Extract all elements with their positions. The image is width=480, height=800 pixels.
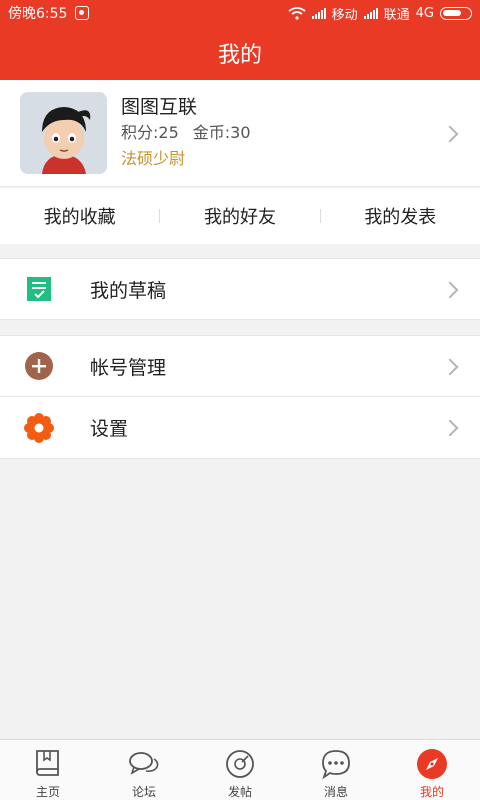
tab-label: 论坛 xyxy=(131,785,156,799)
quick-links: 我的收藏 我的好友 我的发表 xyxy=(0,188,480,244)
notification-icon xyxy=(75,6,90,20)
chevron-right-icon xyxy=(441,281,459,299)
carrier-1: 移动 xyxy=(331,7,358,23)
chevron-right-icon xyxy=(441,125,459,143)
chat-bubbles-icon xyxy=(129,752,159,775)
menu-item-settings[interactable]: 设置 xyxy=(0,397,480,459)
compose-disc-icon xyxy=(226,750,254,778)
signal-icon xyxy=(311,7,326,19)
tab-mine[interactable]: 我的 xyxy=(384,740,480,800)
carrier-2: 联通 xyxy=(383,7,410,23)
tab-label: 我的 xyxy=(419,785,444,799)
page-title: 我的 xyxy=(217,43,262,68)
profile-points: 积分:25 xyxy=(121,123,179,142)
draft-icon xyxy=(27,277,51,301)
my-favorites-link[interactable]: 我的收藏 xyxy=(0,203,159,229)
chevron-right-icon xyxy=(441,419,459,437)
chevron-right-icon xyxy=(441,358,459,376)
settings-gear-icon xyxy=(24,412,54,443)
my-friends-link[interactable]: 我的好友 xyxy=(160,203,319,229)
message-dots-icon xyxy=(322,750,350,780)
menu-item-account[interactable]: 帐号管理 xyxy=(0,335,480,397)
compass-icon xyxy=(417,749,447,779)
avatar[interactable] xyxy=(20,92,107,174)
tab-label: 消息 xyxy=(323,785,348,799)
tab-label: 发帖 xyxy=(227,785,252,799)
bottom-tab-bar: 主页 论坛 发帖 消息 我的 xyxy=(0,739,480,800)
menu-label: 我的草稿 xyxy=(90,279,167,302)
avatar-cartoon-icon xyxy=(20,92,107,174)
battery-icon xyxy=(440,6,472,20)
network-type: 4G xyxy=(415,5,434,21)
signal-icon-2 xyxy=(363,7,378,19)
tab-forum[interactable]: 论坛 xyxy=(96,740,192,800)
profile-name: 图图互联 xyxy=(121,96,198,118)
profile-coins: 金币:30 xyxy=(192,123,251,142)
status-time: 傍晚6:55 xyxy=(8,6,68,22)
profile-rank: 法硕少尉 xyxy=(121,149,186,168)
tab-label: 主页 xyxy=(35,785,60,799)
tab-post[interactable]: 发帖 xyxy=(192,740,288,800)
menu-item-drafts[interactable]: 我的草稿 xyxy=(0,258,480,320)
profile-card[interactable]: 图图互联 积分:25 金币:30 法硕少尉 xyxy=(0,80,480,187)
tab-home[interactable]: 主页 xyxy=(0,740,96,800)
my-posts-link[interactable]: 我的发表 xyxy=(321,203,480,229)
status-bar: 傍晚6:55 移动 联通 4G xyxy=(0,0,480,26)
book-icon xyxy=(36,750,59,776)
profile-stats: 积分:25 金币:30 xyxy=(121,120,251,146)
add-circle-icon xyxy=(25,352,53,380)
menu-label: 帐号管理 xyxy=(90,356,167,379)
profile-info: 图图互联 积分:25 金币:30 法硕少尉 xyxy=(121,94,251,172)
tab-messages[interactable]: 消息 xyxy=(288,740,384,800)
menu-label: 设置 xyxy=(90,418,129,440)
wifi-icon xyxy=(288,6,306,20)
title-bar: 我的 xyxy=(0,26,480,80)
